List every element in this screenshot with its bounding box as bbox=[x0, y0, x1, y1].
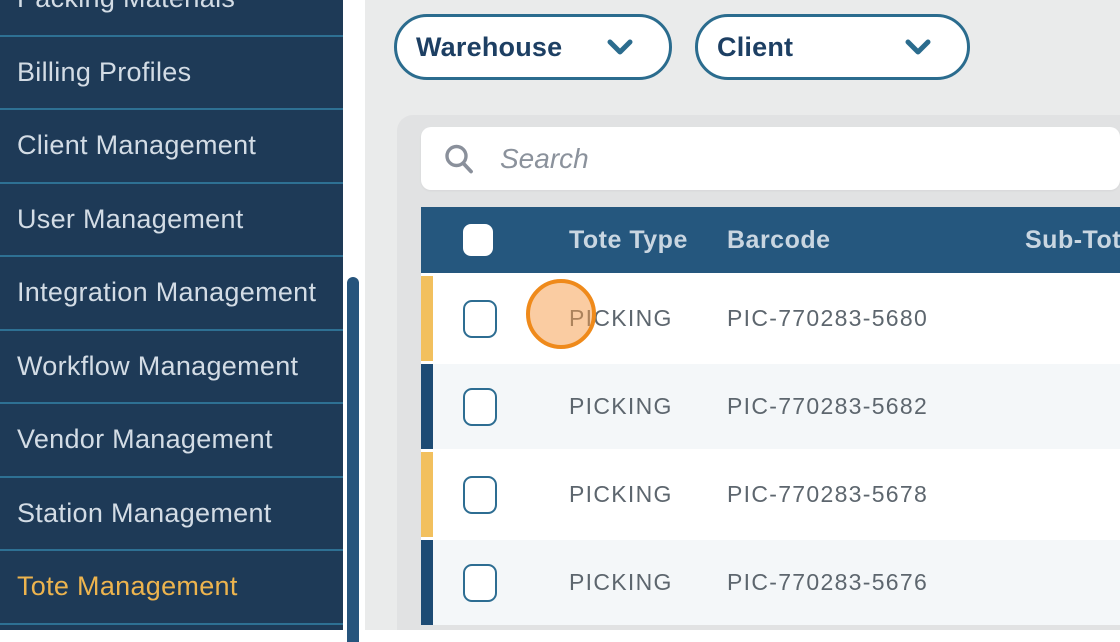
barcode-value: PIC-770283-5680 bbox=[727, 305, 1025, 332]
search-input[interactable] bbox=[500, 143, 1000, 175]
sidebar-item-integration-management[interactable]: Integration Management bbox=[0, 257, 343, 331]
tote-type-value: PICKING bbox=[569, 305, 727, 332]
tote-type-value: PICKING bbox=[569, 393, 727, 420]
sidebar-item-workflow-management[interactable]: Workflow Management bbox=[0, 331, 343, 405]
barcode-value: PIC-770283-5678 bbox=[727, 481, 1025, 508]
search-icon bbox=[444, 144, 474, 174]
row-checkbox[interactable] bbox=[463, 300, 497, 338]
client-dropdown[interactable]: Client bbox=[695, 14, 970, 80]
row-status-strip bbox=[421, 540, 433, 625]
tote-type-value: PICKING bbox=[569, 569, 727, 596]
sidebar-item-station-management[interactable]: Station Management bbox=[0, 478, 343, 552]
client-dropdown-label: Client bbox=[717, 32, 793, 63]
select-all-checkbox[interactable] bbox=[463, 224, 493, 256]
warehouse-dropdown-label: Warehouse bbox=[416, 32, 562, 63]
row-checkbox[interactable] bbox=[463, 564, 497, 602]
sidebar-item-packing-materials[interactable]: Packing Materials bbox=[0, 0, 343, 37]
table-header-row: Tote Type Barcode Sub-Totes bbox=[421, 207, 1120, 273]
sidebar-item-vendor-management[interactable]: Vendor Management bbox=[0, 404, 343, 478]
row-checkbox[interactable] bbox=[463, 476, 497, 514]
tote-table: Tote Type Barcode Sub-Totes PICKING PIC-… bbox=[421, 207, 1120, 625]
search-bar[interactable] bbox=[421, 127, 1120, 190]
chevron-down-icon bbox=[905, 39, 931, 55]
row-checkbox[interactable] bbox=[463, 388, 497, 426]
sidebar-item-billing-profiles[interactable]: Billing Profiles bbox=[0, 37, 343, 111]
sidebar-scroll-gutter bbox=[343, 0, 365, 630]
column-header-barcode[interactable]: Barcode bbox=[727, 226, 1025, 255]
barcode-value: PIC-770283-5682 bbox=[727, 393, 1025, 420]
tote-type-value: PICKING bbox=[569, 481, 727, 508]
column-header-sub-totes[interactable]: Sub-Totes bbox=[1025, 226, 1120, 255]
table-row[interactable]: PICKING PIC-770283-5676 bbox=[421, 537, 1120, 625]
table-row[interactable]: PICKING PIC-770283-5680 bbox=[421, 273, 1120, 361]
table-row[interactable]: PICKING PIC-770283-5682 bbox=[421, 361, 1120, 449]
tote-list-panel: Tote Type Barcode Sub-Totes PICKING PIC-… bbox=[397, 115, 1120, 630]
sidebar-nav-list: Packing Materials Billing Profiles Clien… bbox=[0, 0, 343, 625]
row-status-strip bbox=[421, 276, 433, 361]
row-status-strip bbox=[421, 364, 433, 449]
chevron-down-icon bbox=[607, 39, 633, 55]
sidebar-scrollbar-thumb[interactable] bbox=[347, 277, 359, 642]
sidebar-item-tote-management[interactable]: Tote Management bbox=[0, 551, 343, 625]
barcode-value: PIC-770283-5676 bbox=[727, 569, 1025, 596]
sidebar-item-user-management[interactable]: User Management bbox=[0, 184, 343, 258]
warehouse-dropdown[interactable]: Warehouse bbox=[394, 14, 672, 80]
table-row[interactable]: PICKING PIC-770283-5678 bbox=[421, 449, 1120, 537]
row-status-strip bbox=[421, 452, 433, 537]
column-header-tote-type[interactable]: Tote Type bbox=[569, 226, 727, 255]
main-content: Warehouse Client Tote Typ bbox=[365, 0, 1120, 630]
header-checkbox-cell bbox=[421, 224, 569, 256]
sidebar: Packing Materials Billing Profiles Clien… bbox=[0, 0, 343, 630]
sidebar-item-client-management[interactable]: Client Management bbox=[0, 110, 343, 184]
filter-toolbar: Warehouse Client bbox=[394, 14, 970, 80]
